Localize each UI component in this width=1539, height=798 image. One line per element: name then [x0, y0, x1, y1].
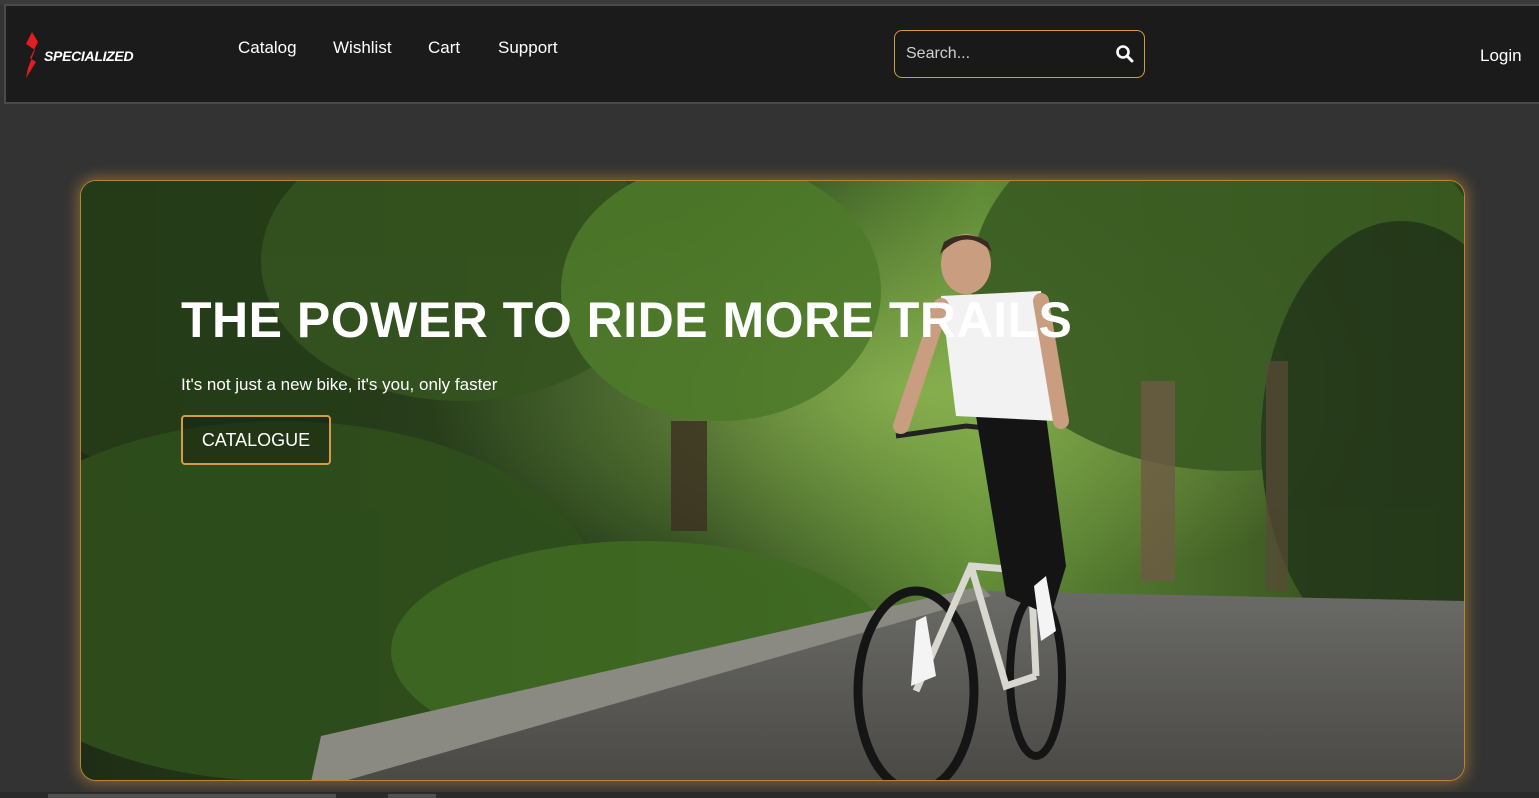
navbar: SPECIALIZED Catalog Wishlist Cart Suppor…	[4, 4, 1539, 104]
catalogue-button[interactable]: CATALOGUE	[181, 415, 331, 465]
tree-trunk	[671, 421, 707, 531]
hero-title: THE POWER TO RIDE MORE TRAILS	[181, 292, 1073, 348]
bottom-scrollbar-thumb[interactable]	[48, 794, 336, 798]
search-box	[894, 30, 1145, 78]
logo-wordmark: SPECIALIZED	[44, 48, 133, 64]
specialized-logo[interactable]: SPECIALIZED	[16, 28, 141, 80]
specialized-s-mark	[26, 32, 38, 78]
hero-banner: THE POWER TO RIDE MORE TRAILS It's not j…	[80, 180, 1465, 781]
nav-support-link[interactable]: Support	[498, 38, 558, 58]
nav-wishlist-link[interactable]: Wishlist	[333, 38, 392, 58]
hero-background-image	[81, 181, 1464, 780]
tree-trunk	[1266, 361, 1288, 591]
search-icon[interactable]	[1115, 44, 1135, 64]
login-link[interactable]: Login	[1480, 46, 1522, 66]
nav-cart-link[interactable]: Cart	[428, 38, 460, 58]
bottom-scrollbar-segment	[388, 794, 436, 798]
nav-catalog-link[interactable]: Catalog	[238, 38, 297, 58]
search-input[interactable]	[906, 42, 1106, 66]
hero-subtitle: It's not just a new bike, it's you, only…	[181, 375, 498, 394]
tree-trunk	[1141, 381, 1175, 581]
